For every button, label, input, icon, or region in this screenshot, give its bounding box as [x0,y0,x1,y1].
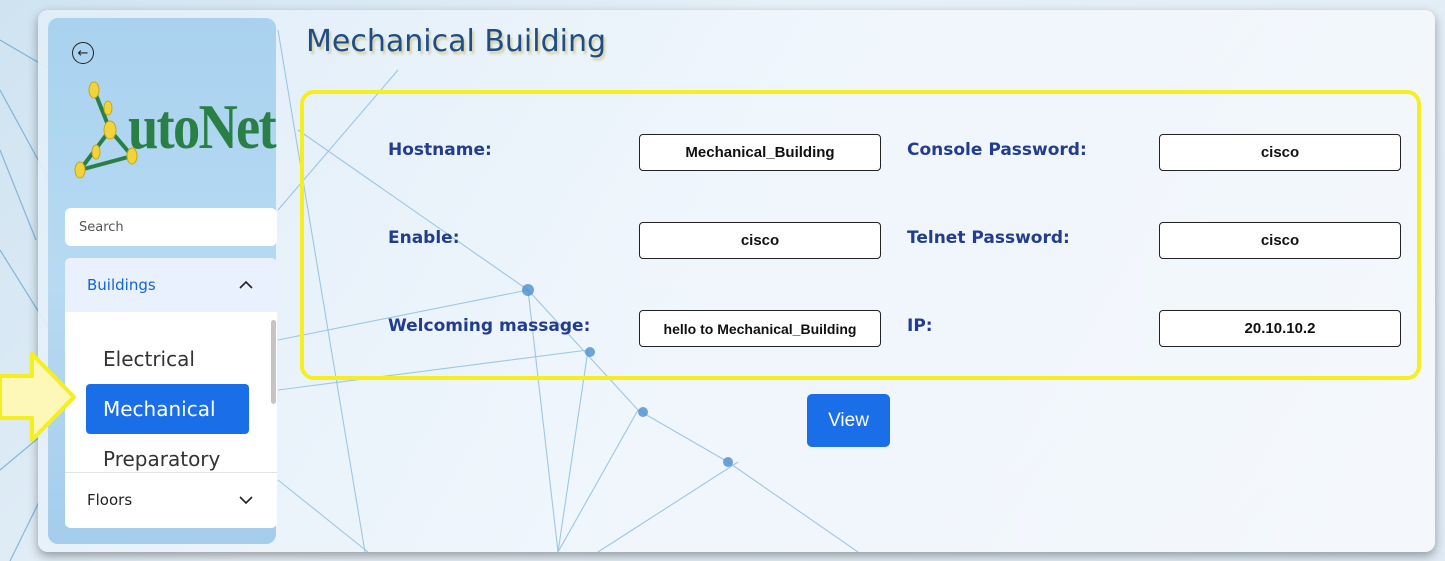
ip-field[interactable] [1159,310,1401,347]
back-icon[interactable]: ← [72,42,94,64]
page-title: Mechanical Building [306,24,607,59]
enable-field[interactable] [639,222,881,259]
list-item-mechanical[interactable]: Mechanical [86,384,249,434]
view-button[interactable]: View [807,394,890,447]
hostname-field[interactable] [639,134,881,171]
list-item-preparatory[interactable]: Preparatory [86,434,249,472]
accordion-label-buildings: Buildings [87,276,156,294]
hostname-label: Hostname: [388,140,492,160]
welcoming-message-field[interactable] [639,310,881,347]
sidebar: ← utoNet Search Buildings Electrical Mec… [48,18,277,544]
app-window: ← utoNet Search Buildings Electrical Mec… [38,10,1435,552]
search-input[interactable] [65,208,277,246]
chevron-up-icon [239,280,253,289]
console-password-field[interactable] [1159,134,1401,171]
navigation-accordion: Buildings Electrical Mechanical Preparat… [65,258,277,528]
chevron-down-icon [239,495,253,504]
logo-text: utoNet [128,91,277,162]
highlight-arrow-icon [0,352,76,442]
accordion-header-floors[interactable]: Floors [65,472,277,526]
enable-label: Enable: [388,228,460,248]
telnet-password-field[interactable] [1159,222,1401,259]
welcoming-message-label: Welcoming massage: [388,316,591,336]
accordion-header-buildings[interactable]: Buildings [65,258,277,312]
configuration-form: Hostname: Console Password: Enable: Teln… [300,90,1421,380]
ip-label: IP: [907,316,933,336]
list-scrollbar[interactable] [271,312,276,472]
list-item-electrical[interactable]: Electrical [86,334,249,384]
telnet-password-label: Telnet Password: [907,228,1070,248]
autonet-logo: utoNet [70,80,282,190]
scrollbar-thumb[interactable] [271,320,276,404]
accordion-label-floors: Floors [87,490,133,509]
console-password-label: Console Password: [907,140,1087,160]
buildings-list: Electrical Mechanical Preparatory [65,312,277,472]
